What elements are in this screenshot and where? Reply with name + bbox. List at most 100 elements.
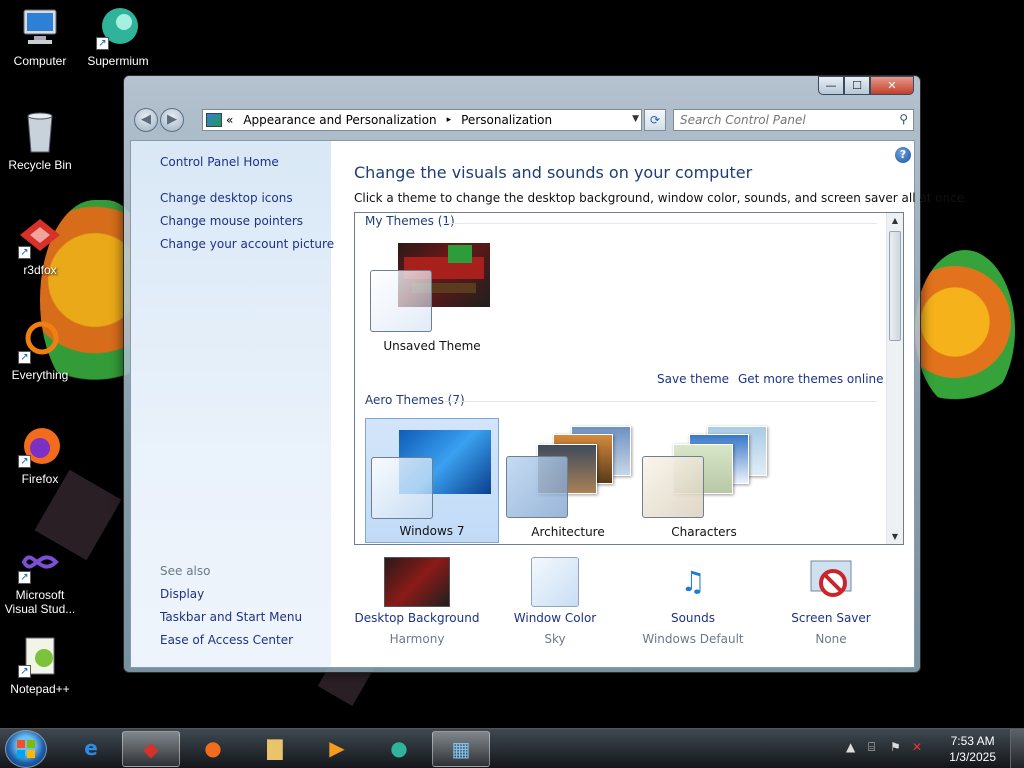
change-desktop-icons-link[interactable]: Change desktop icons [160, 191, 293, 205]
volume-muted-icon[interactable]: ✕ [912, 740, 922, 754]
taskbar: e ◆ ● ▇ ▶ ● ▦ ▲ ⌸ ⚑ ✕ 7:53 AM 1/3/2025 [0, 728, 1024, 768]
scroll-down-arrow-icon[interactable]: ▼ [887, 529, 903, 544]
desktop-icon-label: Supermium [87, 54, 149, 68]
r3dfox-icon: ◆ [143, 737, 159, 761]
recycle-bin-icon [18, 110, 62, 154]
scroll-thumb[interactable] [889, 231, 901, 341]
theme-tile-architecture[interactable]: Architecture [501, 418, 635, 543]
media-player-icon: ▶ [329, 736, 345, 760]
taskbar-start-menu-link[interactable]: Taskbar and Start Menu [160, 610, 302, 624]
search-icon[interactable]: ⚲ [899, 112, 908, 126]
desktop-icon-label: Notepad++ [10, 682, 70, 696]
clock-date: 1/3/2025 [949, 750, 996, 764]
close-button[interactable]: ✕ [870, 76, 914, 95]
theme-tile-unsaved[interactable]: Unsaved Theme [365, 232, 499, 357]
group-divider [445, 401, 877, 402]
save-theme-link[interactable]: Save theme [657, 372, 729, 386]
visual-studio-icon: ↗ [18, 540, 62, 584]
show-desktop-button[interactable] [1010, 729, 1024, 768]
setting-label: Window Color [513, 611, 597, 625]
taskbar-internet-explorer[interactable]: e [62, 731, 120, 767]
firefox-icon: ↗ [18, 424, 62, 468]
action-center-flag-icon[interactable]: ⚑ [890, 740, 901, 754]
desktop-icon-supermium[interactable]: ↗ Supermium [78, 6, 158, 68]
search-box[interactable]: ⚲ [673, 109, 914, 131]
desktop-background-setting[interactable]: Desktop Background Harmony [347, 557, 487, 646]
window-color-swatch [642, 456, 704, 518]
screen-saver-setting[interactable]: Screen Saver None [761, 557, 901, 646]
clock-time: 7:53 AM [950, 734, 995, 748]
change-account-picture-link[interactable]: Change your account picture [160, 237, 334, 251]
shortcut-arrow-icon: ↗ [96, 37, 109, 50]
get-more-themes-link[interactable]: Get more themes online [738, 372, 884, 386]
ease-of-access-link[interactable]: Ease of Access Center [160, 633, 293, 647]
group-divider [445, 223, 877, 224]
maximize-button[interactable]: ☐ [844, 76, 870, 95]
desktop-icon-r3dfox[interactable]: ↗ r3dfox [0, 215, 80, 277]
show-hidden-icons-icon[interactable]: ▲ [846, 740, 855, 754]
taskbar-explorer[interactable]: ▇ [246, 731, 304, 767]
desktop-icon-computer[interactable]: Computer [0, 6, 80, 68]
window-color-icon [531, 557, 579, 607]
change-mouse-pointers-link[interactable]: Change mouse pointers [160, 214, 303, 228]
desktop-icon-visual-studio[interactable]: ↗ Microsoft Visual Stud... [0, 540, 80, 616]
taskbar-firefox[interactable]: ● [184, 731, 242, 767]
breadcrumb-appearance[interactable]: Appearance and Personalization [243, 113, 436, 127]
theme-name: Windows 7 [399, 524, 465, 538]
back-button[interactable]: ◀ [134, 108, 158, 132]
setting-value: Windows Default [642, 632, 744, 646]
desktop-icon-label: Recycle Bin [8, 158, 72, 172]
help-icon[interactable]: ? [895, 147, 911, 163]
address-dropdown-icon[interactable]: ▼ [632, 114, 639, 124]
setting-label: Screen Saver [791, 611, 871, 625]
control-panel-home-link[interactable]: Control Panel Home [160, 155, 279, 169]
address-bar[interactable]: « Appearance and Personalization ▸ Perso… [202, 109, 642, 131]
page-title: Change the visuals and sounds on your co… [354, 163, 753, 182]
control-panel-icon [206, 113, 222, 127]
start-button[interactable] [5, 730, 47, 768]
desktop-icon-label: Firefox [21, 472, 59, 486]
forward-button[interactable]: ▶ [160, 108, 184, 132]
clock[interactable]: 7:53 AM 1/3/2025 [949, 733, 996, 765]
supermium-icon: ↗ [96, 6, 140, 50]
desktop-icon-firefox[interactable]: ↗ Firefox [0, 424, 80, 486]
display-link[interactable]: Display [160, 587, 204, 601]
minimize-button[interactable]: — [818, 76, 844, 95]
theme-tile-windows-7[interactable]: Windows 7 [365, 418, 499, 543]
network-icon[interactable]: ⌸ [868, 740, 875, 755]
taskbar-media-player[interactable]: ▶ [308, 731, 366, 767]
search-input[interactable] [680, 110, 890, 130]
theme-tile-characters[interactable]: Characters [637, 418, 771, 543]
firefox-icon: ● [204, 736, 222, 760]
theme-list: My Themes (1) Unsaved Theme Save theme G… [354, 212, 904, 545]
taskbar-control-panel[interactable]: ▦ [432, 731, 490, 767]
setting-value: Harmony [389, 632, 445, 646]
r3dfox-icon: ↗ [18, 215, 62, 259]
desktop-icon-notepad-plus-plus[interactable]: ↗ Notepad++ [0, 634, 80, 696]
sounds-setting[interactable]: ♫ Sounds Windows Default [623, 557, 763, 646]
taskbar-r3dfox[interactable]: ◆ [122, 731, 180, 767]
address-overflow-chevron[interactable]: « [226, 113, 233, 127]
desktop-icon-label: Everything [11, 368, 69, 382]
breadcrumb-separator-icon[interactable]: ▸ [447, 115, 452, 125]
desktop-icon-recycle-bin[interactable]: Recycle Bin [0, 110, 80, 172]
setting-value: None [815, 632, 847, 646]
my-themes-header[interactable]: My Themes (1) [365, 214, 455, 228]
desktop-icon-everything[interactable]: ↗ Everything [0, 320, 80, 382]
breadcrumb-personalization[interactable]: Personalization [461, 113, 552, 127]
taskbar-supermium[interactable]: ● [370, 731, 428, 767]
refresh-button[interactable]: ⟳ [644, 109, 666, 131]
theme-name: Architecture [531, 525, 605, 539]
window-color-setting[interactable]: Window Color Sky [485, 557, 625, 646]
personalization-window: — ☐ ✕ ◀ ▶ « Appearance and Personalizati… [123, 75, 968, 673]
left-task-pane: Control Panel Home Change desktop icons … [131, 141, 334, 667]
windows-logo-icon [17, 740, 35, 758]
desktop-icon-label: Microsoft Visual Stud... [4, 588, 76, 616]
theme-list-scrollbar[interactable]: ▲ ▼ [886, 213, 903, 544]
aero-themes-header[interactable]: Aero Themes (7) [365, 393, 465, 407]
folder-icon: ▇ [267, 736, 283, 760]
screen-saver-icon [807, 557, 855, 607]
window-color-swatch [506, 456, 568, 518]
internet-explorer-icon: e [84, 736, 98, 760]
scroll-up-arrow-icon[interactable]: ▲ [887, 213, 903, 228]
